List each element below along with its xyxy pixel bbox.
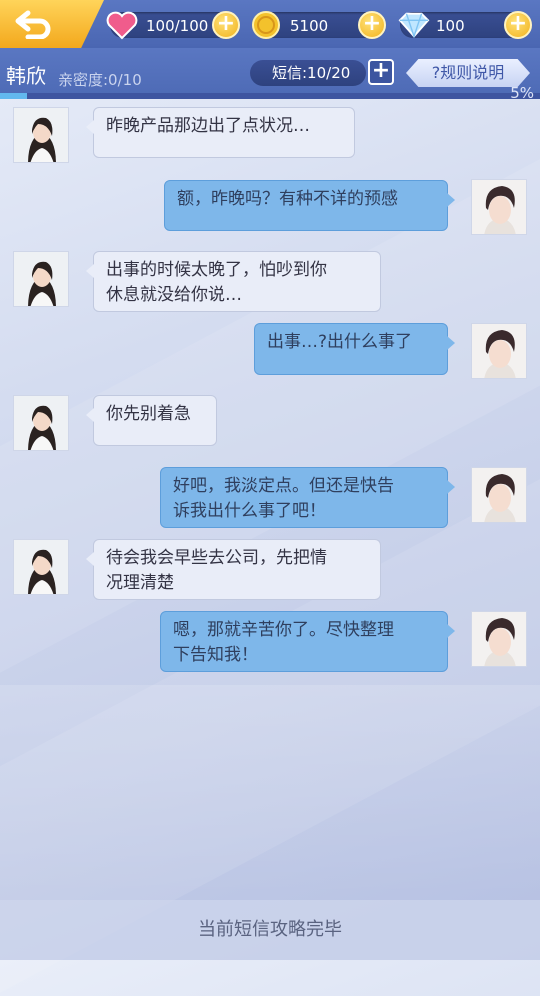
add-diamonds-button[interactable]: + [504, 11, 532, 39]
message-line: 出事的时候太晚了，怕吵到你 [106, 260, 327, 280]
message-line: 下告知我！ [173, 645, 258, 665]
my-message-bubble: 嗯，那就辛苦你了。尽快整理 下告知我！ [160, 611, 455, 672]
message-line: 待会我会早些去公司，先把情 [106, 548, 327, 568]
message-line: 出事…?出什么事了 [267, 332, 413, 352]
message-line: 嗯，那就辛苦你了。尽快整理 [173, 620, 394, 640]
her-message-bubble: 待会我会早些去公司，先把情 况理清楚 [86, 539, 381, 600]
message-line: 额，昨晚吗？有种不详的预感 [177, 189, 398, 209]
my-message-bubble: 额，昨晚吗？有种不详的预感 [164, 180, 455, 231]
her-message-bubble: 昨晚产品那边出了点状况… [86, 107, 355, 158]
message-line: 休息就没给你说… [106, 285, 242, 305]
message-line: 诉我出什么事了吧！ [173, 501, 326, 521]
gold-value: 5100 [290, 17, 329, 35]
her-avatar[interactable] [13, 107, 69, 163]
progress-fill [0, 93, 27, 99]
message-line: 昨晚产品那边出了点状况… [106, 116, 310, 136]
contact-name: 韩欣 [6, 64, 46, 88]
my-avatar[interactable] [471, 611, 527, 667]
back-arrow-icon [15, 10, 51, 39]
intimacy-level: 亲密度:0/10 [58, 71, 142, 89]
her-message-bubble: 出事的时候太晚了，怕吵到你 休息就没给你说… [86, 251, 381, 312]
my-avatar[interactable] [471, 179, 527, 235]
add-sms-button[interactable]: + [368, 59, 394, 85]
gold-coin-icon [250, 9, 282, 41]
diamonds-value: 100 [436, 17, 465, 35]
my-message-bubble: 出事…?出什么事了 [254, 323, 455, 375]
rules-button[interactable]: ?规则说明 [406, 59, 530, 87]
add-gold-button[interactable]: + [358, 11, 386, 39]
progress-track [0, 93, 540, 99]
message-line: 况理清楚 [106, 573, 174, 593]
her-avatar[interactable] [13, 251, 69, 307]
message-line: 你先别着急 [106, 404, 191, 424]
message-line: 好吧，我淡定点。但还是快告 [173, 476, 394, 496]
her-avatar[interactable] [13, 395, 69, 451]
hearts-value: 100/100 [146, 17, 209, 35]
sms-count: 短信:10/20 [272, 64, 351, 82]
heart-icon [106, 9, 138, 41]
my-avatar[interactable] [471, 467, 527, 523]
her-message-bubble: 你先别着急 [86, 395, 217, 446]
progress-label: 5% [510, 84, 534, 102]
my-avatar[interactable] [471, 323, 527, 379]
her-avatar[interactable] [13, 539, 69, 595]
diamond-icon [398, 9, 430, 41]
empty-chat-area [0, 685, 540, 900]
add-hearts-button[interactable]: + [212, 11, 240, 39]
my-message-bubble: 好吧，我淡定点。但还是快告 诉我出什么事了吧！ [160, 467, 455, 528]
chat-status-footer: 当前短信攻略完毕 [0, 900, 540, 960]
